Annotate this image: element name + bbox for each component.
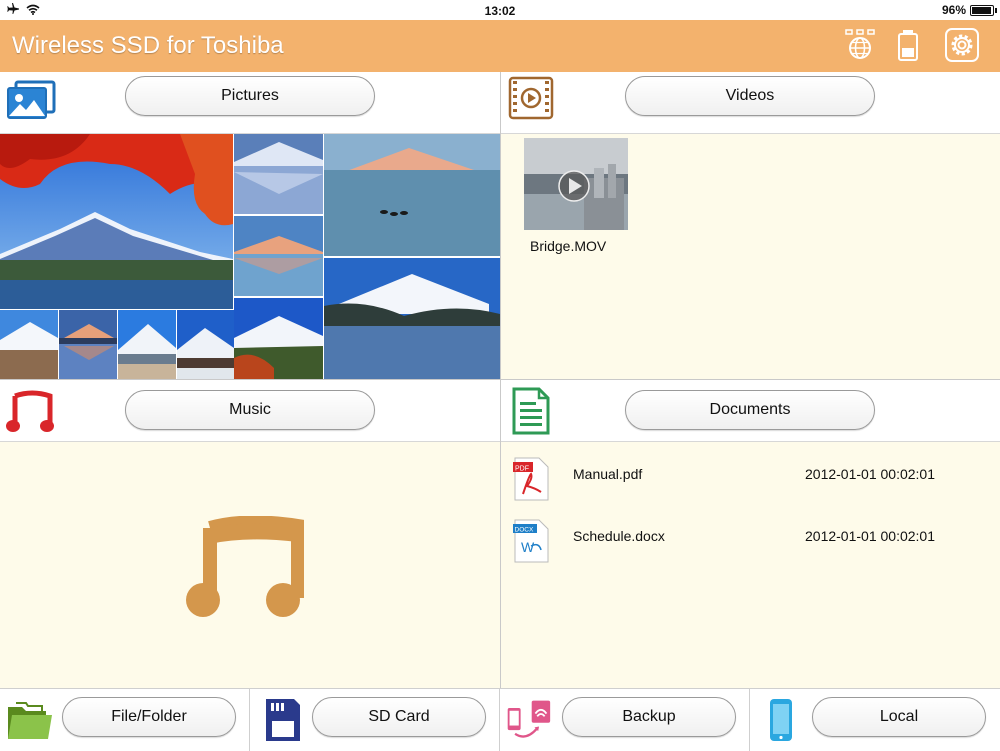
document-name: Schedule.docx — [573, 528, 665, 544]
documents-panel: Documents PDF Manual.pdf 2012-01-01 00:0… — [501, 380, 1000, 688]
svg-text:PDF: PDF — [515, 466, 529, 473]
phone-icon — [770, 699, 792, 741]
music-header: Music — [0, 380, 500, 442]
app-title: Wireless SSD for Toshiba — [12, 32, 284, 59]
svg-text:W: W — [521, 539, 535, 555]
photo-thumbnail[interactable] — [324, 134, 500, 256]
document-date: 2012-01-01 00:02:01 — [805, 466, 935, 482]
documents-header: Documents — [501, 380, 1000, 442]
bottom-toolbar: File/Folder SD Card Backup Local — [0, 688, 1000, 751]
photo-thumbnail[interactable] — [234, 298, 323, 380]
status-time: 13:02 — [484, 4, 516, 18]
pictures-panel: Pictures — [0, 72, 500, 380]
photo-thumbnail[interactable] — [234, 216, 323, 296]
sd-card-cell: SD Card — [250, 689, 500, 751]
local-cell: Local — [750, 689, 1000, 751]
pdf-file-icon: PDF — [513, 457, 549, 501]
folder-icon — [8, 702, 52, 739]
svg-text:DOCX: DOCX — [515, 527, 534, 534]
pictures-header: Pictures — [0, 72, 500, 134]
documents-button[interactable]: Documents — [625, 390, 875, 430]
network-globe-icon[interactable] — [842, 28, 878, 62]
document-date: 2012-01-01 00:02:01 — [805, 528, 935, 544]
battery-percent: 96% — [941, 3, 966, 17]
list-item[interactable]: PDF Manual.pdf 2012-01-01 00:02:01 — [511, 454, 1000, 510]
photo-thumbnail[interactable] — [0, 134, 233, 309]
photo-thumbnail[interactable] — [59, 310, 117, 380]
photo-thumbnail[interactable] — [118, 310, 176, 380]
photo-thumbnail[interactable] — [177, 310, 234, 380]
videos-button[interactable]: Videos — [625, 76, 875, 116]
file-folder-cell: File/Folder — [0, 689, 250, 751]
photo-thumbnail[interactable] — [0, 310, 58, 380]
videos-list: Bridge.MOV — [501, 134, 1000, 379]
docx-file-icon: DOCX W — [513, 519, 549, 563]
app-header: Wireless SSD for Toshiba — [0, 20, 1000, 72]
music-placeholder-icon — [186, 516, 304, 617]
document-icon — [512, 387, 550, 435]
sd-card-button[interactable]: SD Card — [312, 697, 486, 737]
video-name: Bridge.MOV — [530, 238, 607, 254]
list-item[interactable]: DOCX W Schedule.docx 2012-01-01 00:02:01 — [511, 516, 1000, 572]
battery-icon — [970, 4, 997, 16]
file-folder-button[interactable]: File/Folder — [62, 697, 236, 737]
documents-list: PDF Manual.pdf 2012-01-01 00:02:01 DOCX … — [501, 442, 1000, 688]
settings-gear-icon[interactable] — [944, 28, 980, 62]
music-note-icon — [6, 390, 54, 432]
photo-thumbnail[interactable] — [324, 258, 500, 380]
pictures-button[interactable]: Pictures — [125, 76, 375, 116]
music-button[interactable]: Music — [125, 390, 375, 430]
status-bar: 13:02 96% — [0, 0, 1000, 20]
video-thumbnail[interactable] — [524, 138, 628, 230]
video-item[interactable]: Bridge.MOV — [524, 138, 628, 258]
music-list — [0, 442, 500, 688]
backup-cell: Backup — [500, 689, 750, 751]
backup-icon — [507, 700, 551, 738]
document-name: Manual.pdf — [573, 466, 643, 482]
videos-header: Videos — [501, 72, 1000, 134]
ssd-battery-icon[interactable] — [890, 28, 926, 62]
videos-panel: Videos Bridge.MOV — [501, 72, 1000, 379]
photo-thumbnail[interactable] — [234, 134, 323, 214]
videos-icon — [508, 76, 554, 120]
sd-card-icon — [266, 699, 300, 741]
local-button[interactable]: Local — [812, 697, 986, 737]
backup-button[interactable]: Backup — [562, 697, 736, 737]
pictures-icon — [7, 80, 56, 119]
pictures-collage[interactable] — [0, 134, 500, 380]
music-panel: Music — [0, 380, 500, 688]
